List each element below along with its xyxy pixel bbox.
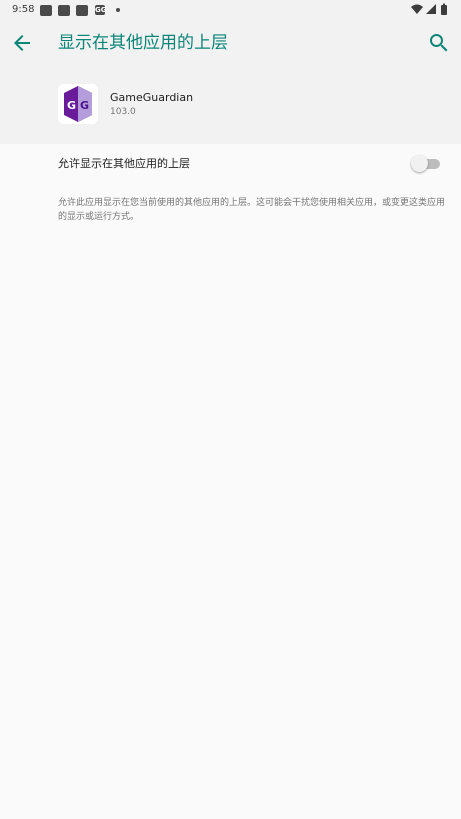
battery-icon: [441, 3, 447, 15]
svg-text:G: G: [67, 99, 76, 112]
wifi-icon: [411, 4, 423, 14]
more-dot-icon: [116, 8, 120, 12]
app-name: GameGuardian: [110, 91, 194, 104]
app-toolbar: 显示在其他应用的上层: [0, 20, 461, 66]
app-notification-icon: [76, 5, 88, 16]
toggle-thumb: [411, 155, 428, 172]
signal-icon: [426, 4, 436, 14]
app-notification-icon: [40, 5, 52, 16]
page-title: 显示在其他应用的上层: [58, 33, 228, 53]
search-button[interactable]: [427, 31, 451, 55]
a-badge-icon: GG: [95, 5, 107, 15]
status-bar: 9:58 GG: [0, 0, 461, 20]
gameguardian-app-icon: G G: [58, 84, 98, 124]
arrow-back-icon: [14, 35, 30, 51]
overlay-permission-label: 允许显示在其他应用的上层: [58, 157, 190, 170]
app-notification-icon: [58, 5, 70, 16]
overlay-permission-toggle[interactable]: [411, 155, 441, 173]
back-button[interactable]: [10, 31, 34, 55]
permission-description: 允许此应用显示在您当前使用的其他应用的上层。这可能会干扰您使用相关应用，或变更这…: [58, 198, 446, 222]
search-icon: [430, 34, 448, 52]
app-version: 103.0: [110, 107, 136, 117]
svg-text:G: G: [80, 99, 89, 112]
app-info-header: G G GameGuardian 103.0: [0, 66, 461, 144]
system-status-icons: [411, 3, 447, 15]
status-time: 9:58: [12, 4, 35, 15]
overlay-permission-row[interactable]: 允许显示在其他应用的上层: [0, 144, 461, 184]
